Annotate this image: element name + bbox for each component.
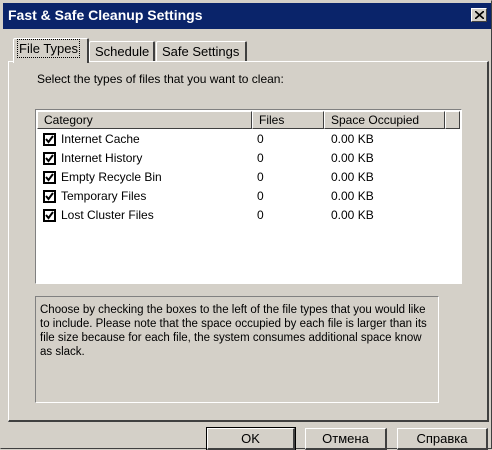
- row-category: Internet History: [61, 151, 143, 165]
- description-box: Choose by checking the boxes to the left…: [35, 296, 439, 403]
- checkmark-icon: [45, 192, 54, 201]
- cancel-button[interactable]: Отмена: [305, 428, 387, 450]
- window-title: Fast & Safe Cleanup Settings: [8, 7, 203, 23]
- row-checkbox[interactable]: [43, 190, 56, 203]
- help-button[interactable]: Справка: [397, 428, 488, 450]
- tab-safe-settings[interactable]: Safe Settings: [156, 41, 247, 63]
- row-files: 0: [257, 189, 264, 203]
- row-category: Lost Cluster Files: [61, 208, 154, 222]
- row-files: 0: [257, 208, 264, 222]
- table-row[interactable]: Empty Recycle Bin 0 0.00 KB: [37, 168, 457, 187]
- row-checkbox[interactable]: [43, 152, 56, 165]
- checkmark-icon: [45, 211, 54, 220]
- title-bar[interactable]: Fast & Safe Cleanup Settings: [3, 3, 491, 29]
- row-category: Temporary Files: [61, 189, 147, 203]
- file-types-list[interactable]: Category Files Space Occupied Internet C…: [35, 109, 462, 284]
- row-space: 0.00 KB: [331, 151, 374, 165]
- checkmark-icon: [45, 135, 54, 144]
- table-row[interactable]: Lost Cluster Files 0 0.00 KB: [37, 206, 457, 225]
- row-checkbox[interactable]: [43, 133, 56, 146]
- row-category: Empty Recycle Bin: [61, 170, 162, 184]
- row-checkbox[interactable]: [43, 171, 56, 184]
- checkmark-icon: [45, 154, 54, 163]
- instruction-text: Select the types of files that you want …: [37, 72, 284, 86]
- column-header-files[interactable]: Files: [252, 111, 324, 129]
- tab-schedule[interactable]: Schedule: [89, 41, 155, 63]
- column-header-category[interactable]: Category: [37, 111, 252, 129]
- ok-button[interactable]: OK: [206, 427, 296, 450]
- row-space: 0.00 KB: [331, 189, 374, 203]
- close-button[interactable]: [471, 8, 487, 22]
- tab-safe-settings-label: Safe Settings: [162, 44, 240, 59]
- tab-schedule-label: Schedule: [95, 44, 150, 59]
- tab-file-types[interactable]: File Types: [13, 38, 89, 63]
- close-icon: [475, 11, 484, 19]
- row-category: Internet Cache: [61, 132, 140, 146]
- row-checkbox[interactable]: [43, 209, 56, 222]
- description-text: Choose by checking the boxes to the left…: [40, 304, 427, 358]
- row-files: 0: [257, 170, 264, 184]
- column-header-filler: [445, 111, 460, 129]
- tab-file-types-label: File Types: [16, 39, 81, 58]
- table-row[interactable]: Internet History 0 0.00 KB: [37, 149, 457, 168]
- row-space: 0.00 KB: [331, 132, 374, 146]
- checkmark-icon: [45, 173, 54, 182]
- table-row[interactable]: Internet Cache 0 0.00 KB: [37, 130, 457, 149]
- row-files: 0: [257, 151, 264, 165]
- row-files: 0: [257, 132, 264, 146]
- column-header-space[interactable]: Space Occupied: [324, 111, 445, 129]
- row-space: 0.00 KB: [331, 170, 374, 184]
- tab-panel-file-types: Select the types of files that you want …: [8, 61, 489, 422]
- settings-dialog: Fast & Safe Cleanup Settings File Types …: [0, 0, 492, 450]
- table-row[interactable]: Temporary Files 0 0.00 KB: [37, 187, 457, 206]
- row-space: 0.00 KB: [331, 208, 374, 222]
